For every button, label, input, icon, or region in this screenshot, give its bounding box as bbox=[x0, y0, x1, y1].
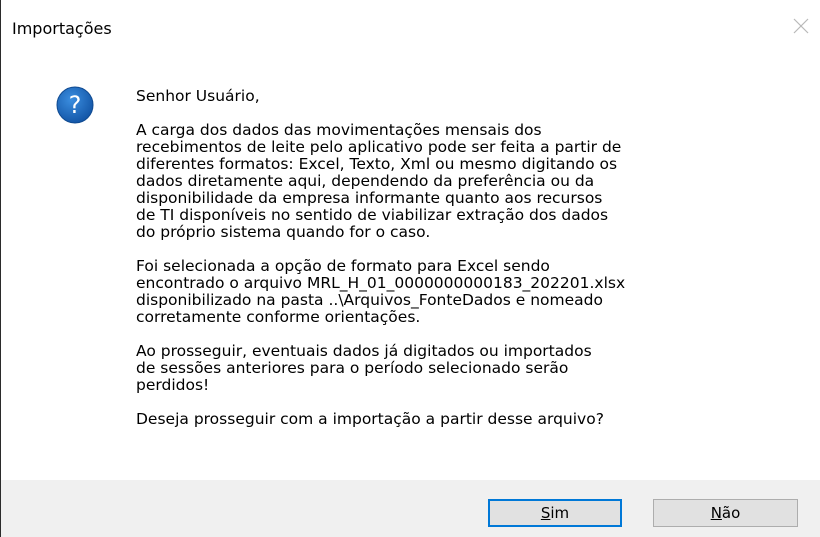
message-text: Senhor Usuário, A carga dos dados das mo… bbox=[136, 88, 796, 445]
title-bar[interactable]: Importações bbox=[1, 0, 820, 58]
button-bar: Sim Não bbox=[1, 480, 820, 537]
no-button[interactable]: Não bbox=[653, 499, 798, 527]
svg-text:?: ? bbox=[69, 91, 82, 119]
yes-button-label-rest: im bbox=[550, 504, 570, 522]
close-icon bbox=[793, 18, 809, 34]
no-button-mnemonic: N bbox=[710, 504, 722, 522]
message-dialog: Importações ? Senhor Usuário, A carga do… bbox=[0, 0, 820, 537]
close-button[interactable] bbox=[789, 14, 813, 38]
yes-button[interactable]: Sim bbox=[488, 499, 622, 527]
window-title: Importações bbox=[12, 19, 112, 38]
dialog-content: ? Senhor Usuário, A carga dos dados das … bbox=[1, 58, 820, 480]
yes-button-mnemonic: S bbox=[540, 504, 551, 522]
no-button-label-rest: ão bbox=[721, 504, 741, 522]
message-paragraph-3: Ao prosseguir, eventuais dados já digita… bbox=[136, 342, 592, 394]
message-greeting: Senhor Usuário, bbox=[136, 87, 260, 105]
message-question: Deseja prosseguir com a importação a par… bbox=[136, 410, 604, 428]
question-icon: ? bbox=[56, 86, 94, 124]
message-paragraph-1: A carga dos dados das movimentações mens… bbox=[136, 121, 622, 241]
message-paragraph-2: Foi selecionada a opção de formato para … bbox=[136, 257, 626, 326]
